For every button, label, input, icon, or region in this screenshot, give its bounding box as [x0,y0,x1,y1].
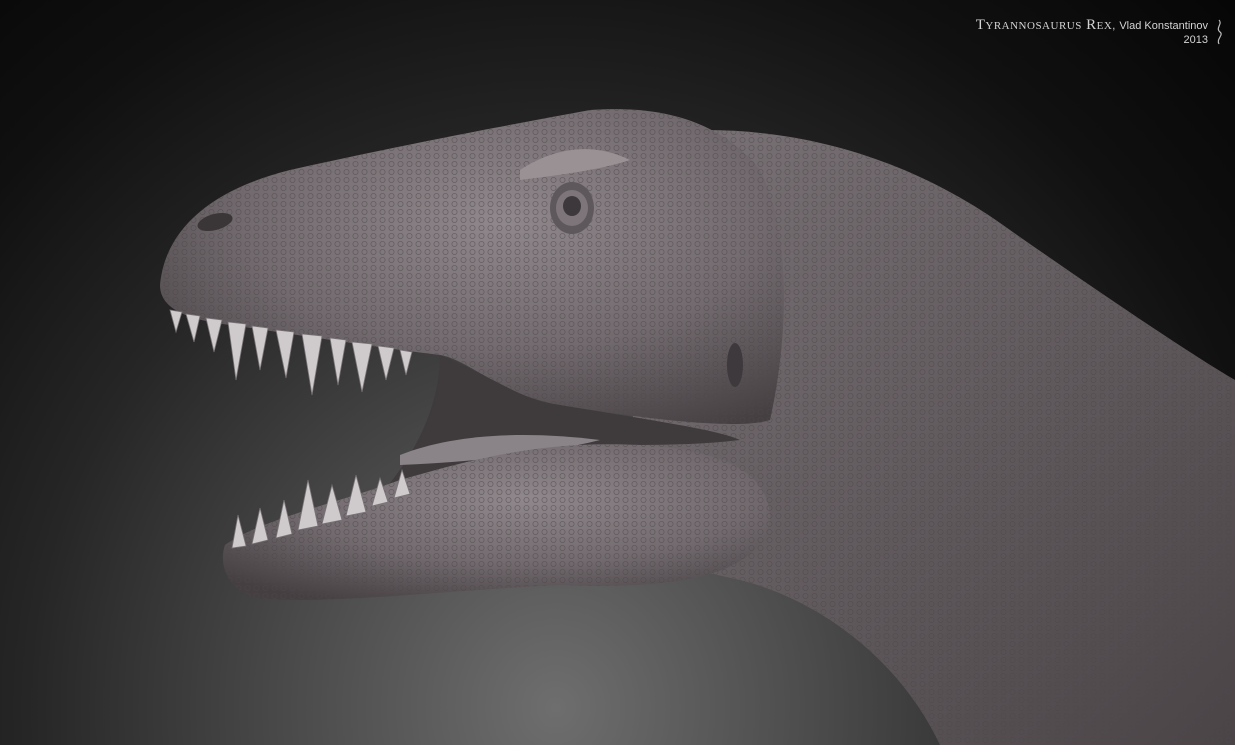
artwork-title: Tyrannosaurus Rex [975,17,1113,33]
artist-name: Vlad Konstantinov [1119,20,1208,32]
trex-sculpt-render [160,109,1235,745]
signature-mark-icon [1217,19,1222,45]
artwork-year: 2013 [1183,34,1208,47]
credit-separator: , [1112,20,1116,32]
artwork-credit: Tyrannosaurus Rex, Vlad Konstantinov 201… [976,16,1208,47]
ear-opening [727,343,743,387]
eye [550,182,594,234]
